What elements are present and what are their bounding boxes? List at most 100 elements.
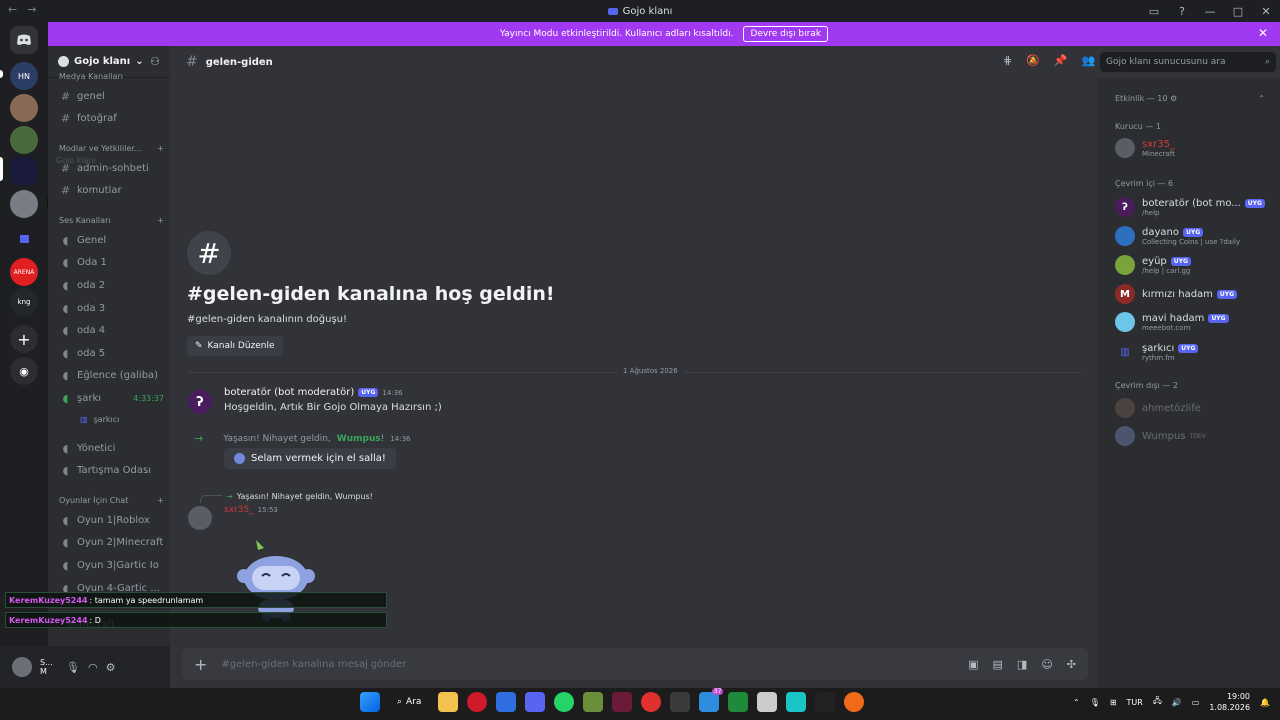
vpn-icon[interactable] [786, 692, 807, 712]
banner-close-icon[interactable]: ✕ [1258, 26, 1268, 40]
member-owner[interactable]: sxr35_ Minecraft [1115, 138, 1275, 158]
member-boterator[interactable]: ʔ boteratör (bot mo... UYG/help [1115, 197, 1275, 217]
server-green-icon[interactable] [10, 126, 38, 154]
category-voice[interactable]: Ses Kanalları + [59, 216, 164, 225]
voice-channel-oda5[interactable]: ◖ oda 5 [60, 347, 164, 360]
headphones-icon[interactable]: ◠ [88, 661, 98, 674]
reply-reference[interactable]: → Yaşasın! Nihayet geldin, Wumpus! [200, 489, 373, 503]
volume-icon[interactable]: 🔊 [1172, 698, 1182, 707]
app-v-icon[interactable] [612, 692, 633, 712]
attach-plus-icon[interactable]: + [194, 655, 207, 674]
app-store-icon[interactable]: 37 [699, 688, 724, 712]
tray-ethernet-icon[interactable]: ⊞ [1110, 698, 1117, 707]
opera-icon[interactable] [467, 692, 488, 712]
cloud-icon[interactable] [844, 692, 865, 712]
game-channel-1[interactable]: ◖ Oyun 1|Roblox [60, 514, 164, 527]
whatsapp-icon[interactable] [554, 692, 575, 712]
message-composer[interactable]: + #gelen-giden kanalına mesaj gönder ▣ ▤… [182, 648, 1088, 680]
app-red-icon[interactable] [641, 692, 662, 712]
settings-icon[interactable]: ⚙ [106, 661, 116, 674]
threads-icon[interactable]: ⋕ [1003, 54, 1012, 67]
voice-user[interactable]: ▥ şarkıcı [80, 415, 160, 424]
voice-channel-oda3[interactable]: ◖ oda 3 [60, 302, 164, 315]
microphone-icon[interactable]: 🎙 [66, 661, 80, 674]
gif-icon[interactable]: ▤ [993, 658, 1003, 671]
app-blue-icon[interactable] [496, 692, 517, 712]
start-icon[interactable] [360, 692, 380, 712]
invite-people-icon[interactable]: ⚇ [150, 55, 160, 68]
file-explorer-icon[interactable] [438, 692, 459, 712]
channel-genel[interactable]: # genel [60, 90, 164, 103]
minecraft-icon[interactable] [583, 692, 604, 712]
disable-streamer-mode-button[interactable]: Devre dışı bırak [743, 26, 829, 42]
pin-icon[interactable]: 📌 [1054, 54, 1068, 67]
emoji-icon[interactable]: ☺ [1041, 658, 1052, 671]
channel-komutlar[interactable]: # komutlar [60, 184, 164, 197]
gift-icon[interactable]: ▣ [968, 658, 978, 671]
forward-icon[interactable]: → [27, 3, 36, 16]
server-hn-icon[interactable]: HN [10, 62, 38, 90]
voice-channel-yonetici[interactable]: ◖ Yönetici [60, 442, 164, 455]
voice-channel-sarki[interactable]: ◖ şarkı 4:33:37 [60, 392, 164, 405]
notification-bell-icon[interactable]: 🔔 [1260, 698, 1270, 707]
member-mavi-hadam[interactable]: mavi hadam UYG meeebot.com [1115, 312, 1275, 332]
add-channel-icon[interactable]: + [157, 496, 164, 505]
server-gojo-icon[interactable] [10, 157, 38, 185]
member-list-icon[interactable]: 👥 [1082, 54, 1096, 67]
tray-mic-icon[interactable]: 🎙 [1090, 698, 1100, 707]
server-kng-icon[interactable]: kng [10, 288, 38, 316]
voice-channel-oda2[interactable]: ◖ oda 2 [60, 279, 164, 292]
folder-icon[interactable] [10, 225, 38, 253]
server-avatar-icon[interactable] [10, 94, 38, 122]
explore-icon[interactable]: ◉ [10, 357, 38, 385]
network-icon[interactable]: 🖧 [1153, 695, 1162, 709]
apps-icon[interactable]: ✣ [1067, 658, 1076, 671]
voice-channel-eglence[interactable]: ◖ Eğlence (galiba) [60, 369, 164, 382]
direct-messages-icon[interactable] [10, 26, 38, 54]
server-red-icon[interactable]: ARENA [10, 258, 38, 286]
close-icon[interactable]: ✕ [1252, 5, 1280, 18]
battery-icon[interactable]: ▭ [1192, 698, 1200, 707]
member-dayano[interactable]: dayano UYG Collecting Coins | use ?daily [1115, 226, 1275, 246]
voice-channel-genel[interactable]: ◖ Genel [60, 234, 164, 247]
inbox-icon[interactable]: ▭ [1140, 5, 1168, 18]
member-kirmizi-hadam[interactable]: Mkırmızı hadam UYG [1115, 284, 1275, 304]
voice-channel-oda4[interactable]: ◖ oda 4 [60, 324, 164, 337]
wave-button[interactable]: Selam vermek için el salla! [224, 448, 396, 469]
message-input[interactable]: #gelen-giden kanalına mesaj gönder [221, 659, 954, 670]
minimize-icon[interactable]: — [1196, 5, 1224, 18]
game-channel-2[interactable]: ◖ Oyun 2|Minecraft [60, 536, 164, 549]
app-gray-icon[interactable] [757, 692, 778, 712]
category-mods[interactable]: Modlar ve Yetkililer... + [59, 144, 164, 153]
sticker-icon[interactable]: ◨ [1017, 658, 1027, 671]
message-author-2[interactable]: sxr35_ [224, 505, 254, 515]
notifications-muted-icon[interactable]: 🔕 [1026, 54, 1040, 67]
user-info[interactable]: S... M [40, 658, 58, 676]
user-avatar[interactable] [12, 657, 32, 677]
taskbar-search[interactable]: ⌕ Ara [389, 697, 429, 707]
member-sarkici[interactable]: ▥ şarkıcı UYG rythm.fm [1115, 342, 1275, 362]
voice-channel-tartisma[interactable]: ◖ Tartışma Odası [60, 464, 164, 477]
message-author[interactable]: boteratör (bot moderatör) [224, 387, 354, 398]
member-eyup[interactable]: eyüp UYG/help | carl.gg [1115, 255, 1275, 275]
collapse-icon[interactable]: ⌃ [1258, 94, 1265, 103]
system-user[interactable]: Wumpus! [337, 434, 385, 444]
bot-avatar[interactable]: ʔ [188, 390, 212, 414]
channel-fotograf[interactable]: # fotoğraf [60, 112, 164, 125]
category-media[interactable]: Medya Kanalları [59, 72, 164, 81]
back-icon[interactable]: ← [8, 3, 17, 16]
member-wumpus[interactable]: Wumpus TDEV [1115, 426, 1275, 446]
game-channel-3[interactable]: ◖ Oyun 3|Gartic Io [60, 559, 164, 572]
xbox-icon[interactable] [728, 692, 749, 712]
edit-channel-button[interactable]: ✎ Kanalı Düzenle [187, 336, 283, 356]
user-avatar-sxr[interactable] [188, 506, 212, 530]
category-games[interactable]: Oyunlar İçin Chat + [59, 496, 164, 505]
language-indicator[interactable]: TUR [1127, 698, 1143, 707]
maximize-icon[interactable]: □ [1224, 5, 1252, 18]
steam-icon[interactable] [815, 692, 836, 712]
add-channel-icon[interactable]: + [157, 144, 164, 153]
add-server-icon[interactable]: + [10, 325, 38, 353]
discord-taskbar-icon[interactable] [525, 692, 546, 712]
server-pittuklar-icon[interactable] [10, 190, 38, 218]
tray-chevron-icon[interactable]: ⌃ [1073, 698, 1080, 707]
